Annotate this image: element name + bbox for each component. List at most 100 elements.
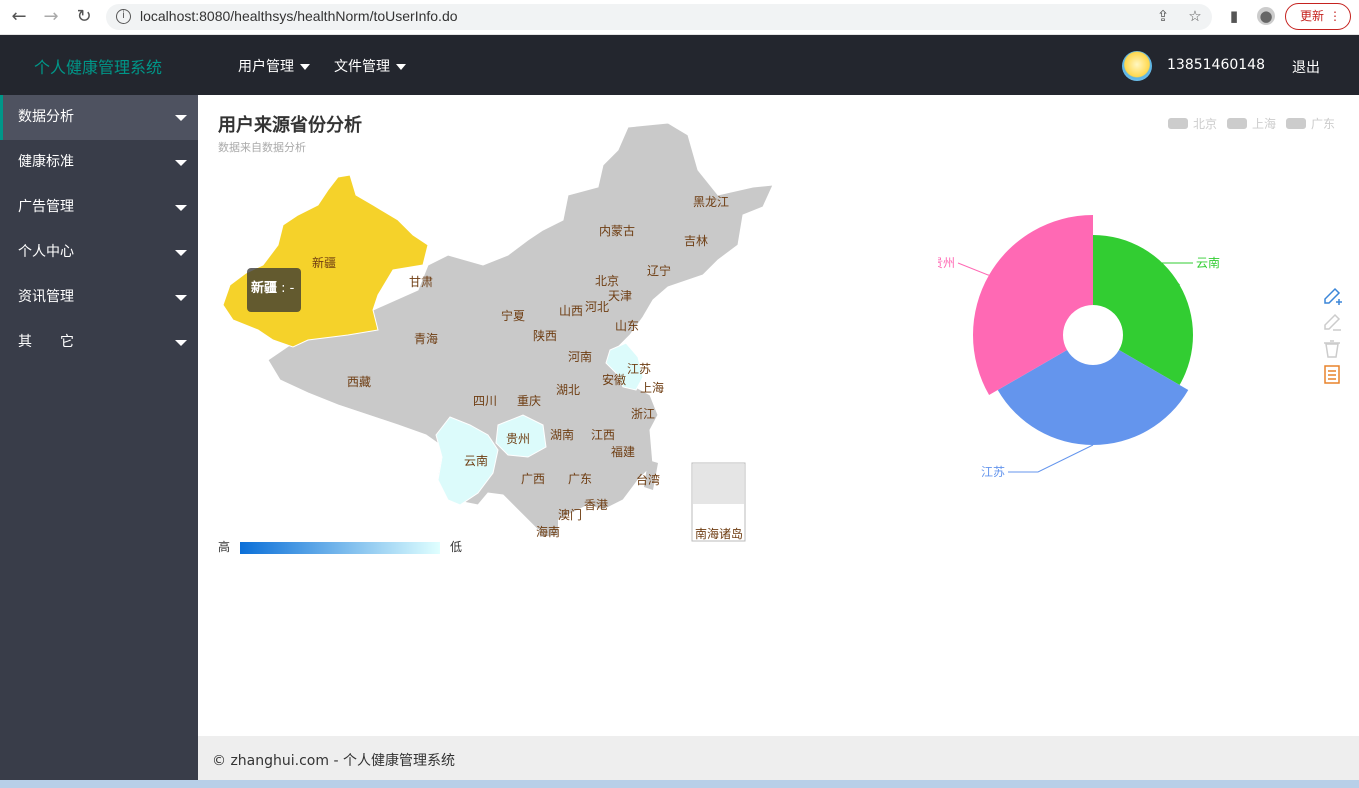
- pie-slices: [973, 215, 1193, 445]
- map-label-henan: 河南: [568, 349, 592, 364]
- legend-item-shanghai[interactable]: 上海: [1227, 115, 1276, 132]
- trash-icon[interactable]: [1321, 337, 1343, 359]
- map-label-ningxia: 宁夏: [501, 308, 525, 323]
- map-inset-fill: [693, 464, 744, 504]
- nav-user-management[interactable]: 用户管理: [238, 56, 310, 76]
- map-label-shaanxi: 陕西: [533, 328, 557, 343]
- forward-icon[interactable]: →: [40, 6, 62, 28]
- main-content: 用户来源省份分析 数据来自数据分析 北京 上海 广东 黑龙江 吉林 辽宁 内蒙古…: [198, 95, 1359, 736]
- sidebar: 数据分析 健康标准 广告管理 个人中心 资讯管理 其 它: [0, 95, 198, 780]
- map-label-gansu: 甘肃: [409, 275, 433, 289]
- map-label-hainan: 海南: [536, 524, 560, 539]
- reload-icon[interactable]: ↻: [73, 6, 95, 28]
- map-label-shandong: 山东: [615, 319, 639, 333]
- address-bar[interactable]: i localhost:8080/healthsys/healthNorm/to…: [106, 4, 1212, 30]
- map-label-jiangsu: 江苏: [627, 362, 651, 376]
- map-label-yunnan: 云南: [464, 453, 488, 468]
- chevron-down-icon: [175, 115, 187, 121]
- map-label-jilin: 吉林: [684, 234, 708, 248]
- chevron-down-icon: [300, 64, 310, 70]
- nav-file-management[interactable]: 文件管理: [334, 56, 406, 76]
- map-label-zhejiang: 浙江: [631, 407, 655, 421]
- map-label-chongqing: 重庆: [517, 394, 541, 408]
- chevron-down-icon: [175, 205, 187, 211]
- pie-label-line: [1008, 444, 1094, 473]
- sidebar-item-data-analysis[interactable]: 数据分析: [0, 95, 198, 140]
- map-label-beijing: 北京: [595, 274, 619, 288]
- pie-label-line: [957, 262, 990, 276]
- pie-label-0: 云南: [1196, 255, 1220, 270]
- pie-label-1: 江苏: [981, 465, 1005, 479]
- map-label-sichuan: 四川: [473, 394, 497, 408]
- chevron-down-icon: [175, 340, 187, 346]
- sidebar-item-ad-management[interactable]: 广告管理: [0, 185, 198, 230]
- map-label-qinghai: 青海: [414, 331, 438, 346]
- map-label-shanxi: 山西: [559, 304, 583, 318]
- logout-link[interactable]: 退出: [1292, 57, 1320, 77]
- sidebar-item-label: 数据分析: [18, 109, 74, 125]
- data-view-icon[interactable]: [1321, 363, 1343, 385]
- chevron-down-icon: [175, 295, 187, 301]
- sidebar-item-label: 个人中心: [18, 244, 74, 260]
- back-icon[interactable]: ←: [8, 6, 30, 28]
- map-label-shanghai: 上海: [640, 380, 664, 395]
- info-icon[interactable]: i: [116, 9, 131, 24]
- bookmark-star-icon[interactable]: ☆: [1186, 7, 1204, 25]
- legend-item-beijing[interactable]: 北京: [1168, 115, 1217, 132]
- share-icon[interactable]: ⇪: [1154, 7, 1172, 25]
- sidebar-item-label: 资讯管理: [18, 289, 74, 305]
- pie-chart: 云南江苏 贵州: [938, 215, 1220, 479]
- user-phone[interactable]: 13851460148: [1167, 57, 1265, 73]
- footer: © zhanghui.com - 个人健康管理系统: [198, 736, 1359, 780]
- map-label-guangdong: 广东: [568, 472, 592, 486]
- map-label-xianggang: 香港: [584, 498, 608, 512]
- legend-label: 北京: [1193, 117, 1218, 131]
- update-button[interactable]: 更新 ⋮: [1285, 3, 1351, 30]
- chevron-down-icon: [175, 250, 187, 256]
- nav-label: 用户管理: [238, 59, 294, 75]
- sidebar-item-personal-center[interactable]: 个人中心: [0, 230, 198, 275]
- legend-swatch: [1168, 118, 1188, 129]
- app-logo[interactable]: 个人健康管理系统: [34, 54, 162, 78]
- edit-plus-icon[interactable]: [1321, 285, 1343, 307]
- legend-swatch: [1227, 118, 1247, 129]
- browser-toolbar: ← → ↻ i localhost:8080/healthsys/healthN…: [0, 0, 1359, 35]
- legend-label: 广东: [1311, 117, 1336, 131]
- taskbar: [0, 780, 1359, 788]
- sidebar-item-label: 其 它: [18, 334, 74, 350]
- map-label-xizang: 西藏: [347, 375, 371, 389]
- map-label-hebei: 河北: [585, 300, 609, 314]
- sidebar-item-label: 广告管理: [18, 199, 74, 215]
- map-label-taiwan: 台湾: [636, 472, 660, 487]
- visual-map-gradient[interactable]: [240, 542, 440, 554]
- sidebar-item-news-management[interactable]: 资讯管理: [0, 275, 198, 320]
- sidebar-item-other[interactable]: 其 它: [0, 320, 198, 365]
- avatar[interactable]: [1122, 51, 1152, 81]
- update-label: 更新: [1300, 9, 1325, 23]
- tooltip-value: : -: [277, 281, 295, 296]
- footer-text: © zhanghui.com - 个人健康管理系统: [212, 753, 455, 769]
- nav-label: 文件管理: [334, 59, 390, 75]
- legend-item-guangdong[interactable]: 广东: [1286, 115, 1335, 132]
- sidebar-item-health-standard[interactable]: 健康标准: [0, 140, 198, 185]
- url-text[interactable]: localhost:8080/healthsys/healthNorm/toUs…: [140, 8, 458, 24]
- map-tooltip: 新疆 : -: [247, 268, 301, 312]
- profile-icon[interactable]: ●: [1257, 7, 1275, 25]
- more-icon: ⋮: [1329, 9, 1341, 23]
- chevron-down-icon: [175, 160, 187, 166]
- edit-icon[interactable]: [1321, 311, 1343, 333]
- map-label-hunan: 湖南: [550, 427, 574, 442]
- map-label-liaoning: 辽宁: [647, 263, 671, 278]
- sidepanel-icon[interactable]: ▮: [1225, 7, 1243, 25]
- map-label-xinjiang: 新疆: [312, 255, 336, 270]
- chevron-down-icon: [396, 64, 406, 70]
- map-label-tianjin: 天津: [608, 289, 632, 303]
- map-label-anhui: 安徽: [602, 372, 626, 387]
- map-label-guangxi: 广西: [521, 472, 545, 486]
- map-label-guizhou: 贵州: [506, 432, 530, 446]
- map-label-nanhai: 南海诸岛: [695, 526, 743, 541]
- pie-label-2: 贵州: [938, 256, 955, 270]
- legend-label: 上海: [1252, 117, 1277, 131]
- tooltip-name: 新疆: [251, 281, 278, 296]
- china-map[interactable]: 黑龙江 吉林 辽宁 内蒙古 北京 天津 河北 山西 山东 宁夏 甘肃 新疆 青海…: [198, 95, 798, 565]
